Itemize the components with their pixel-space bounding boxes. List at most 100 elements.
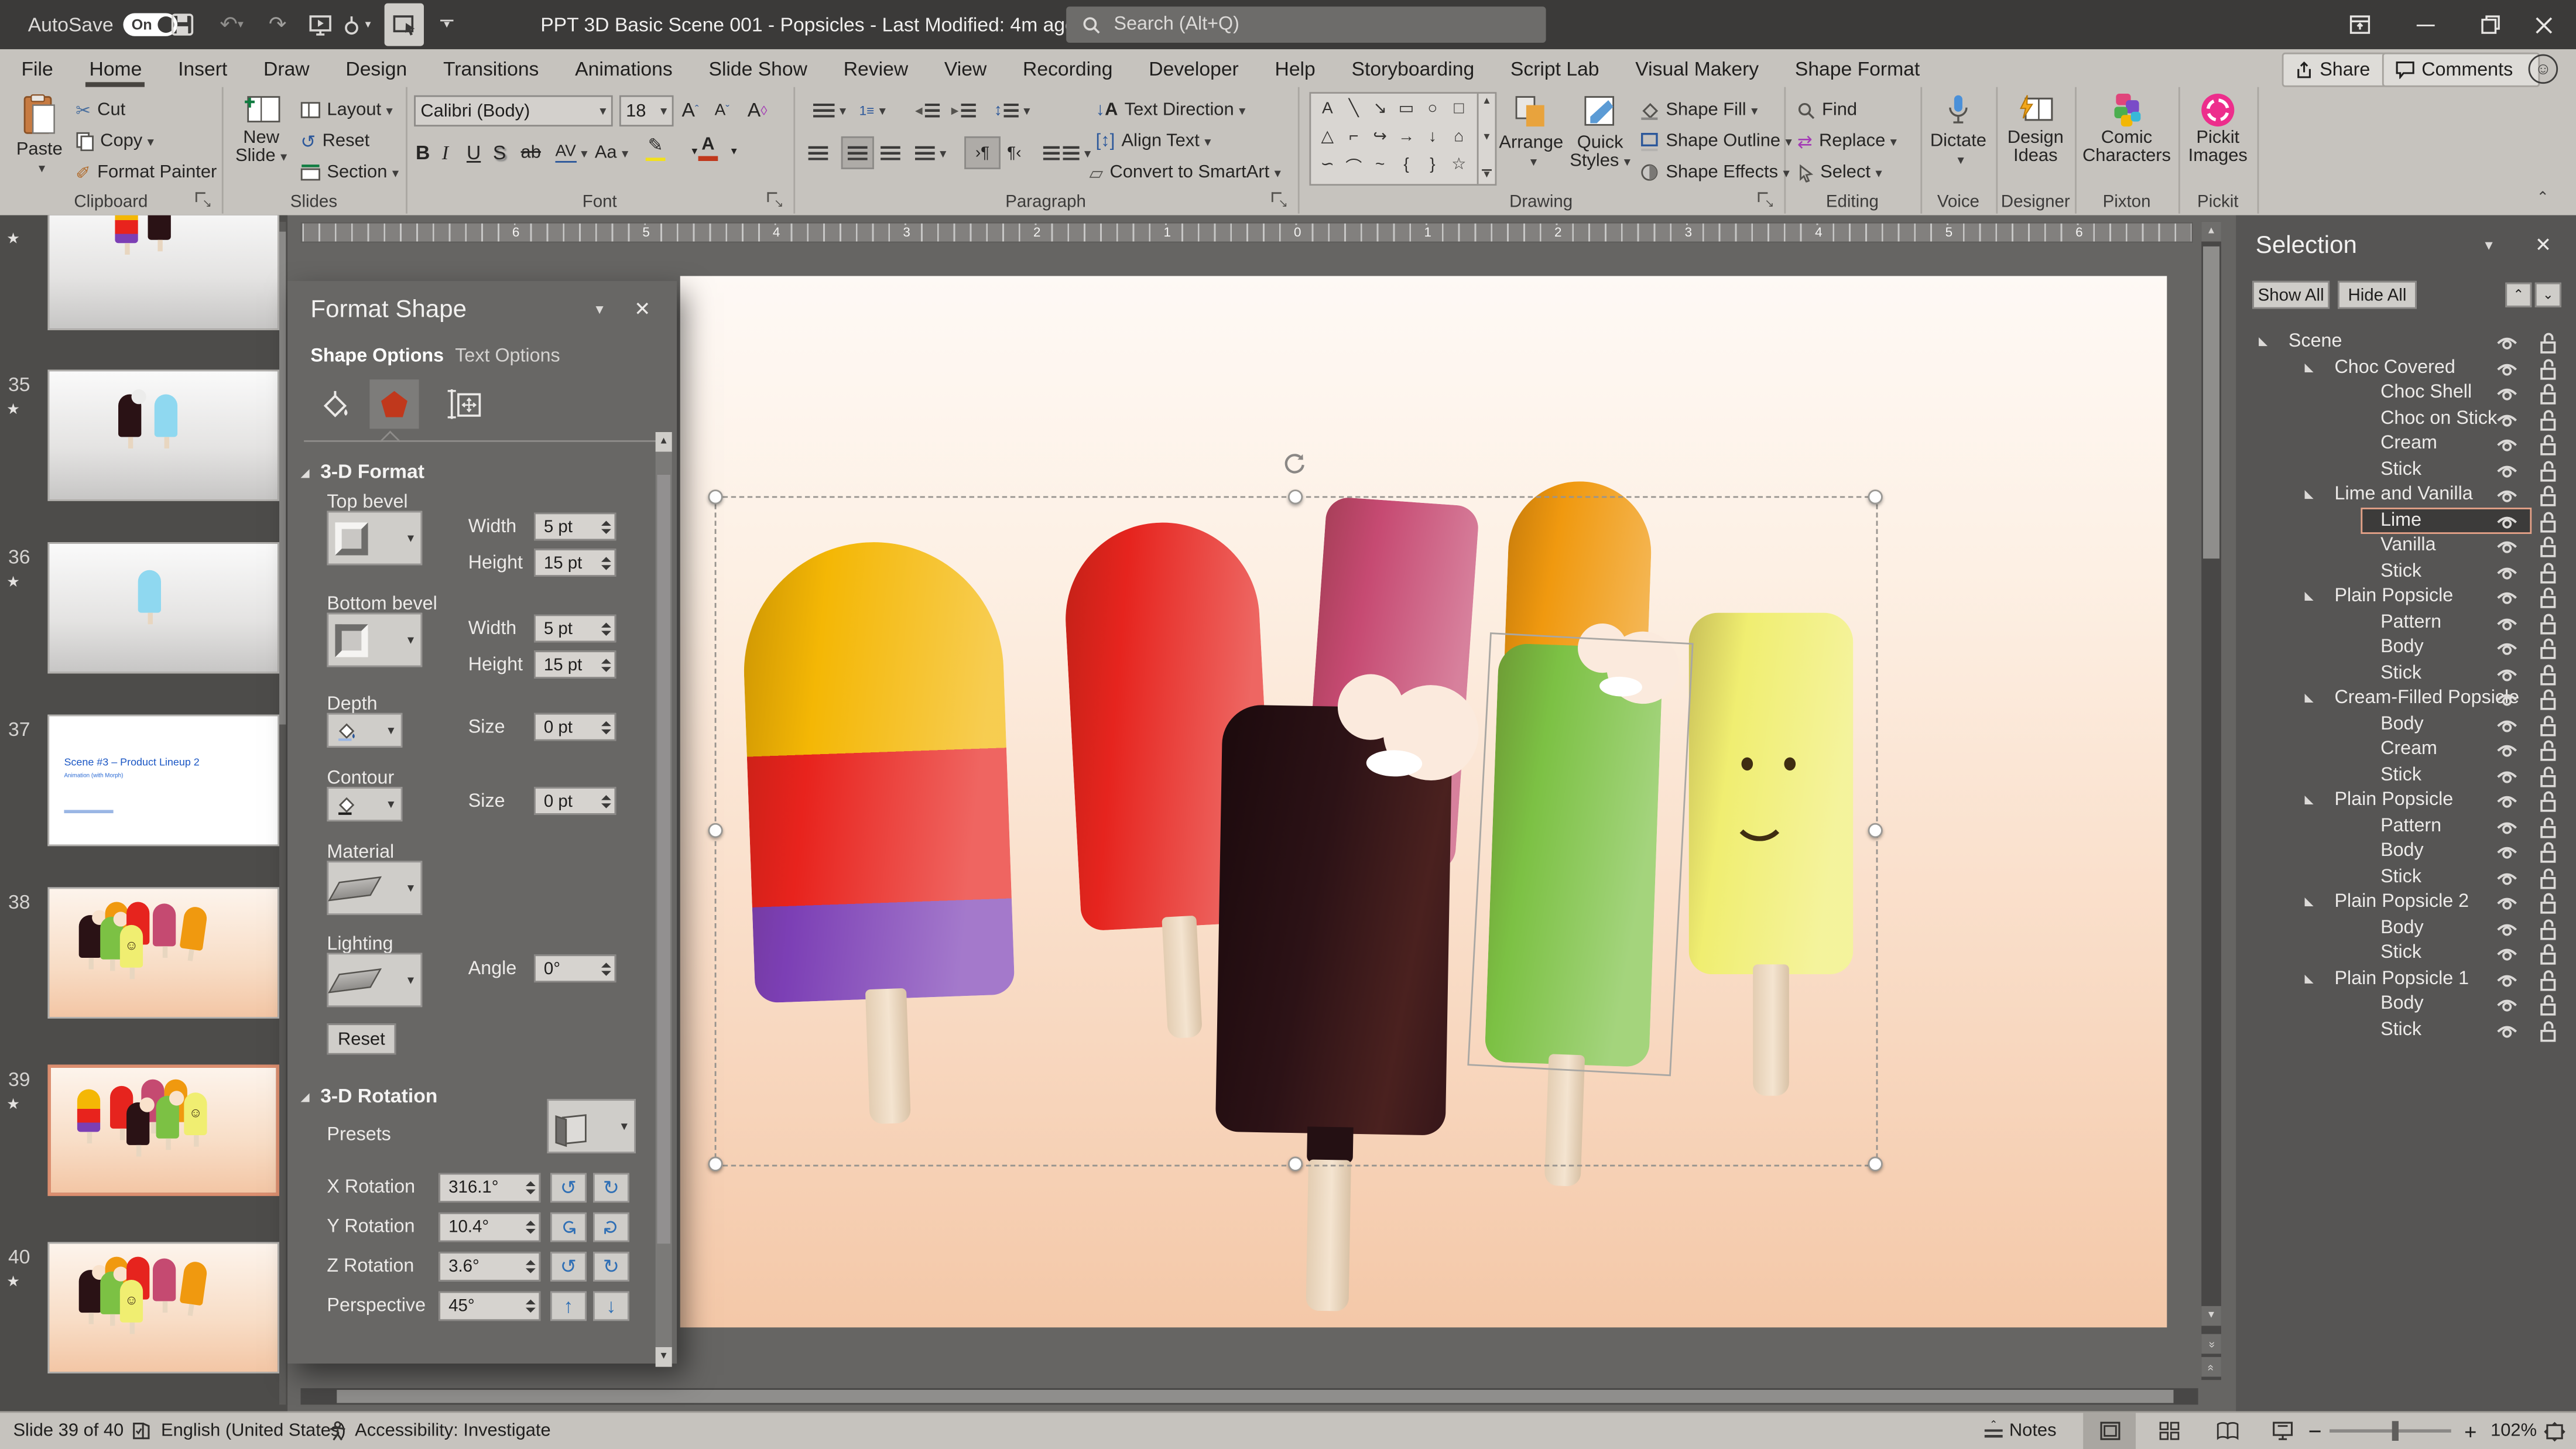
pane-scroll-up-icon[interactable]: ▲ bbox=[656, 432, 672, 452]
lock-icon[interactable] bbox=[2538, 408, 2558, 431]
increase-indent-icon[interactable]: ▸ bbox=[951, 97, 975, 124]
collapse-arrow-icon[interactable]: ◢ bbox=[2303, 898, 2315, 906]
lock-icon[interactable] bbox=[2538, 612, 2558, 635]
visibility-eye-icon[interactable] bbox=[2495, 817, 2518, 835]
tab-review[interactable]: Review bbox=[825, 49, 926, 87]
slide-thumbnail-36[interactable] bbox=[47, 542, 279, 673]
rotate-up-icon[interactable]: ↺ bbox=[557, 1219, 580, 1235]
text-box-icon[interactable]: A bbox=[1314, 95, 1341, 124]
depth-size-spinner[interactable]: 0 pt bbox=[534, 713, 616, 741]
tab-recording[interactable]: Recording bbox=[1005, 49, 1131, 87]
lock-icon[interactable] bbox=[2538, 790, 2558, 813]
autosave-toggle[interactable]: AutoSave On bbox=[28, 0, 177, 49]
highlight-color-button[interactable]: ✎ bbox=[646, 135, 666, 161]
start-slideshow-icon[interactable] bbox=[302, 0, 338, 49]
new-slide-button[interactable]: New Slide▾ bbox=[232, 94, 291, 166]
selection-item-lime[interactable]: Lime bbox=[2236, 508, 2576, 533]
rotate-z-ccw-icon[interactable]: ↺ bbox=[550, 1252, 587, 1282]
character-spacing-button[interactable]: AV▾ bbox=[555, 140, 587, 166]
selection-item-lime-and-vanilla[interactable]: ◢Lime and Vanilla bbox=[2236, 483, 2576, 508]
section-3d-rotation[interactable]: 3-D Rotation bbox=[320, 1084, 437, 1107]
tab-storyboarding[interactable]: Storyboarding bbox=[1334, 49, 1492, 87]
font-dialog-launcher[interactable] bbox=[767, 192, 782, 207]
visibility-eye-icon[interactable] bbox=[2495, 664, 2518, 683]
tab-visual-makery[interactable]: Visual Makery bbox=[1617, 49, 1777, 87]
selection-item-choc-covered[interactable]: ◢Choc Covered bbox=[2236, 356, 2576, 381]
decrease-font-icon[interactable]: Aˇ bbox=[715, 97, 729, 124]
next-slide-icon[interactable]: » bbox=[2201, 1357, 2221, 1377]
touch-mouse-mode-icon[interactable]: ▾ bbox=[335, 0, 378, 49]
text-shadow-button[interactable]: S bbox=[493, 140, 506, 166]
replace-button[interactable]: ⇄Replace▾ bbox=[1797, 128, 1897, 155]
align-left-icon[interactable] bbox=[809, 140, 828, 166]
selection-item-body[interactable]: Body bbox=[2236, 712, 2576, 737]
selection-bounding-box[interactable] bbox=[715, 496, 1878, 1166]
visibility-eye-icon[interactable] bbox=[2495, 996, 2518, 1014]
fit-slide-to-window-icon[interactable] bbox=[2543, 1413, 2566, 1449]
zoom-slider[interactable] bbox=[2330, 1413, 2451, 1449]
visibility-eye-icon[interactable] bbox=[2495, 614, 2518, 632]
font-color-button[interactable]: A bbox=[698, 135, 718, 161]
selection-item-plain-popsicle-2[interactable]: ◢Plain Popsicle 2 bbox=[2236, 890, 2576, 916]
arrow-icon[interactable]: ↘ bbox=[1367, 95, 1393, 124]
triangle-icon[interactable]: △ bbox=[1314, 123, 1341, 151]
shapes-gallery[interactable]: A╲↘▭○□△⌐↪→↓⌂∽⌒~{}☆ ▲▼▼ bbox=[1309, 92, 1496, 186]
lock-icon[interactable] bbox=[2538, 561, 2558, 584]
tab-help[interactable]: Help bbox=[1257, 49, 1334, 87]
section-3d-format[interactable]: 3-D Format bbox=[320, 460, 424, 483]
zoom-level[interactable]: 102% bbox=[2491, 1413, 2537, 1449]
ribbon-display-options-icon[interactable] bbox=[2326, 0, 2392, 49]
collapse-arrow-icon[interactable]: ◢ bbox=[2303, 694, 2315, 703]
tab-script-lab[interactable]: Script Lab bbox=[1492, 49, 1617, 87]
visibility-eye-icon[interactable] bbox=[2495, 919, 2518, 937]
undo-icon[interactable]: ↶▾ bbox=[210, 0, 253, 49]
lock-icon[interactable] bbox=[2538, 587, 2558, 609]
redo-icon[interactable]: ↷ bbox=[259, 0, 296, 49]
justify-icon[interactable]: ▾ bbox=[915, 140, 946, 166]
elbow-connector-icon[interactable]: ⌐ bbox=[1341, 123, 1367, 151]
selection-item-pattern[interactable]: Pattern bbox=[2236, 814, 2576, 839]
visibility-eye-icon[interactable] bbox=[2495, 512, 2518, 530]
underline-button[interactable]: U bbox=[467, 140, 481, 166]
visibility-eye-icon[interactable] bbox=[2495, 410, 2518, 428]
selection-item-stick[interactable]: Stick bbox=[2236, 458, 2576, 483]
align-right-icon[interactable] bbox=[881, 140, 900, 166]
visibility-eye-icon[interactable] bbox=[2495, 334, 2518, 352]
design-ideas-button[interactable]: DesignIdeas bbox=[1999, 94, 2071, 166]
collapse-triangle-icon[interactable]: ◢ bbox=[301, 1091, 310, 1104]
zoom-out-icon[interactable]: − bbox=[2308, 1413, 2322, 1449]
thumbnail-scrollbar[interactable] bbox=[279, 222, 286, 1405]
fill-line-icon[interactable] bbox=[314, 383, 357, 426]
accessibility-status[interactable]: Accessibility: Investigate bbox=[355, 1413, 551, 1449]
decrease-indent-icon[interactable]: ◂ bbox=[915, 97, 939, 124]
pickit-images-button[interactable]: PickitImages bbox=[2182, 94, 2254, 166]
zoom-slider-thumb[interactable] bbox=[2392, 1421, 2399, 1441]
rotate-right-icon[interactable]: ↻ bbox=[593, 1173, 629, 1203]
slide-canvas[interactable] bbox=[680, 276, 2167, 1327]
collapse-ribbon-icon[interactable]: ⌃ bbox=[2537, 189, 2549, 207]
scroll-down-icon[interactable]: ▼ bbox=[2201, 1306, 2221, 1326]
collapse-arrow-icon[interactable]: ◢ bbox=[2303, 974, 2315, 982]
lock-icon[interactable] bbox=[2538, 968, 2558, 991]
lock-icon[interactable] bbox=[2538, 816, 2558, 838]
lock-icon[interactable] bbox=[2538, 459, 2558, 482]
tab-animations[interactable]: Animations bbox=[557, 49, 690, 87]
selection-handle[interactable] bbox=[1867, 489, 1882, 503]
reset-3d-button[interactable]: Reset bbox=[327, 1023, 396, 1054]
slide-thumbnail-37[interactable]: Scene #3 – Product Lineup 2Animation (wi… bbox=[47, 715, 279, 846]
visibility-eye-icon[interactable] bbox=[2495, 461, 2518, 479]
curved-connector-icon[interactable]: ↪ bbox=[1367, 123, 1393, 151]
rotate-z-cw-icon[interactable]: ↻ bbox=[593, 1252, 629, 1282]
format-painter-button[interactable]: ✐Format Painter bbox=[76, 159, 217, 186]
visibility-eye-icon[interactable] bbox=[2495, 690, 2518, 708]
numbering-button[interactable]: 1≡▾ bbox=[859, 97, 886, 124]
selection-item-body[interactable]: Body bbox=[2236, 916, 2576, 941]
visibility-eye-icon[interactable] bbox=[2495, 1021, 2518, 1039]
effects-icon[interactable] bbox=[369, 379, 419, 429]
selection-item-stick[interactable]: Stick bbox=[2236, 865, 2576, 890]
visibility-eye-icon[interactable] bbox=[2495, 792, 2518, 810]
quick-styles-button[interactable]: Quick Styles▾ bbox=[1566, 94, 1635, 171]
normal-view-icon[interactable] bbox=[2083, 1413, 2136, 1449]
slide-thumbnail-39[interactable]: ☺ bbox=[47, 1064, 279, 1195]
presets-dropdown[interactable]: ▾ bbox=[547, 1099, 636, 1153]
